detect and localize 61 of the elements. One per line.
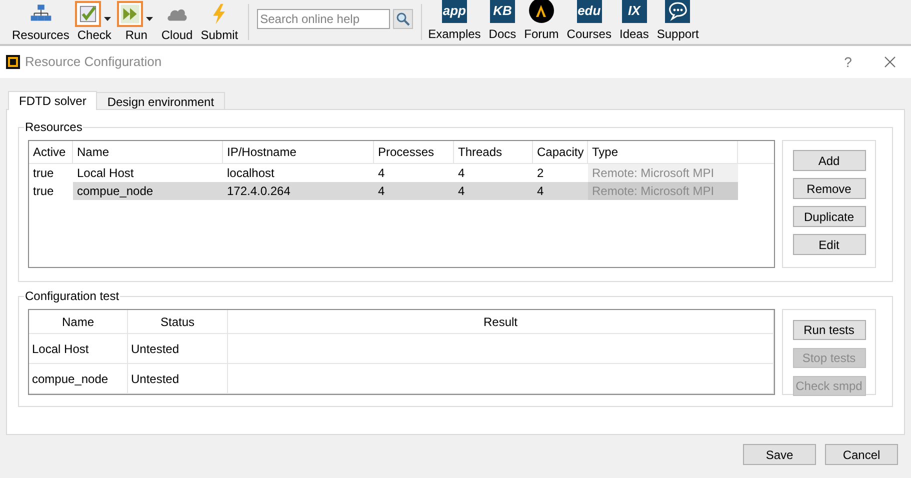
table-row[interactable]: true Local Host localhost 4 4 2 Remote: Microsoft MPI	[29, 164, 774, 182]
column-header[interactable]: Result	[228, 310, 774, 333]
table-cell: Untested	[128, 364, 228, 393]
logo-tile: KB	[490, 0, 515, 23]
toolbar-button[interactable]: Check	[73, 3, 116, 44]
column-header[interactable]: Threads	[454, 141, 533, 163]
logo-tile: IX	[622, 0, 647, 23]
tab[interactable]: FDTD solver	[8, 91, 98, 110]
column-header[interactable]: Active	[29, 141, 73, 163]
close-icon	[884, 56, 896, 68]
column-header[interactable]: Type	[588, 141, 738, 163]
column-header[interactable]: Status	[128, 310, 228, 333]
table-cell: 4	[533, 182, 588, 200]
table-cell: 4	[454, 182, 533, 200]
logo-tile: edu	[576, 0, 602, 23]
help-button[interactable]: ?	[833, 52, 863, 72]
app-logo-icon	[6, 55, 20, 69]
group-title: Resources	[24, 119, 84, 136]
caret-icon	[104, 17, 112, 21]
caret-icon	[146, 17, 154, 21]
table-cell: compue_node	[73, 182, 223, 200]
search-button[interactable]	[393, 9, 414, 29]
button[interactable]: Remove	[792, 178, 866, 199]
button[interactable]: Edit	[792, 234, 866, 255]
speech-bubble-icon	[665, 0, 690, 23]
table-cell: 4	[374, 182, 454, 200]
column-header[interactable]: Name	[29, 310, 128, 333]
toolbar-link[interactable]: Forum	[520, 0, 563, 44]
button[interactable]: Run tests	[792, 320, 866, 340]
column-header[interactable]: Name	[73, 141, 223, 163]
button[interactable]: Cancel	[825, 444, 898, 465]
forum-logo-icon	[528, 0, 554, 23]
column-header[interactable]: IP/Hostname	[223, 141, 374, 163]
table-cell: Remote: Microsoft MPI	[588, 182, 738, 200]
logo-tile: app	[442, 0, 467, 23]
toolbar-button[interactable]: Submit	[196, 3, 242, 44]
column-header[interactable]: Processes	[374, 141, 454, 163]
window-title: Resource Configuration	[25, 53, 162, 72]
toolbar-button[interactable]: Run	[115, 3, 158, 44]
toolbar-link[interactable]: Support	[652, 0, 703, 44]
button[interactable]: Save	[743, 444, 816, 465]
column-header[interactable]: Capacity	[533, 141, 588, 163]
toolbar-link[interactable]: IX Ideas	[615, 0, 653, 44]
toolbar-button[interactable]: Resources	[8, 3, 74, 44]
toolbar-button[interactable]: Cloud	[157, 3, 197, 44]
table-cell: Remote: Microsoft MPI	[588, 164, 738, 182]
table-row[interactable]: true compue_node 172.4.0.264 4 4 4 Remote: Microsoft MPI	[29, 182, 774, 200]
search-field[interactable]: Search online help	[257, 9, 390, 29]
toolbar-link[interactable]: KB Docs	[484, 0, 520, 44]
toolbar-link[interactable]: edu Courses	[562, 0, 616, 44]
table-cell: compue_node	[29, 364, 128, 393]
toolbar-link[interactable]: app Examples	[424, 0, 485, 44]
search-icon	[396, 12, 410, 26]
fast-forward-icon	[119, 3, 142, 25]
button[interactable]: Duplicate	[792, 206, 866, 227]
table-cell: Local Host	[29, 334, 128, 363]
button[interactable]: Add	[792, 150, 866, 171]
table-cell: 172.4.0.264	[223, 182, 374, 200]
tab[interactable]: Design environment	[96, 92, 226, 109]
table-cell: Untested	[128, 334, 228, 363]
group-title: Configuration test	[24, 288, 120, 305]
